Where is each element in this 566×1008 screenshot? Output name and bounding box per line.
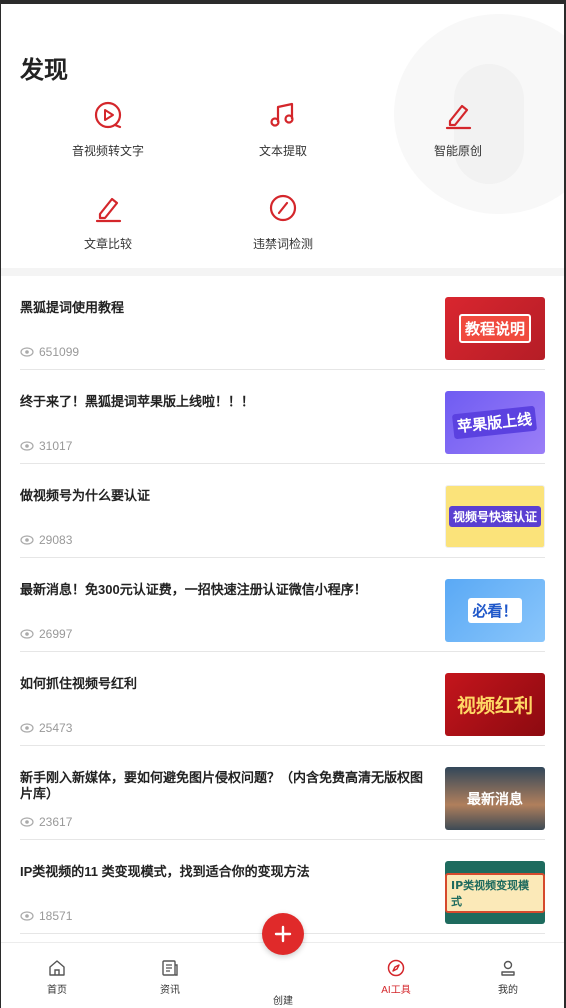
- eye-icon: [20, 535, 34, 545]
- view-count: 23617: [20, 815, 72, 829]
- tool-label: 智能原创: [433, 144, 482, 158]
- article-title: 终于来了！黑狐提词苹果版上线啦！！！: [20, 394, 255, 409]
- tool-article-compare[interactable]: 文章比较: [38, 193, 178, 252]
- tool-label: 文章比较: [83, 237, 132, 251]
- article-title: 黑狐提词使用教程: [20, 300, 125, 315]
- music-note-icon: [270, 102, 294, 127]
- create-button[interactable]: [262, 913, 304, 955]
- article-thumbnail: 最新消息: [445, 767, 545, 830]
- tool-banned-word-check[interactable]: 违禁词检测: [213, 193, 353, 252]
- article-thumbnail: 教程说明: [445, 297, 545, 360]
- pen-icon: [95, 197, 122, 223]
- view-count: 31017: [20, 439, 72, 453]
- article-title: IP类视频的11 类变现模式，找到适合你的变现方法: [20, 864, 310, 879]
- tool-text-extract[interactable]: 文本提取: [213, 100, 353, 159]
- list-item[interactable]: 做视频号为什么要认证 29083 视频号快速认证: [20, 464, 545, 558]
- play-circle-icon: [94, 101, 122, 129]
- article-thumbnail: IP类视频变现模式: [445, 861, 545, 924]
- home-icon: [49, 960, 65, 976]
- thumbnail-text: 必看！: [468, 598, 522, 623]
- thumbnail-text: 视频号快速认证: [448, 506, 541, 527]
- forbidden-icon: [269, 194, 297, 222]
- eye-icon: [20, 441, 34, 451]
- view-count-value: 31017: [39, 439, 73, 453]
- article-thumbnail: 视频号快速认证: [445, 485, 545, 548]
- list-item[interactable]: 终于来了！黑狐提词苹果版上线啦！！！ 31017 苹果版上线: [20, 370, 545, 464]
- view-count-value: 29083: [39, 533, 73, 547]
- page-title: 发现: [20, 57, 68, 84]
- tool-label: 违禁词检测: [252, 237, 313, 251]
- eye-icon: [20, 347, 34, 357]
- discover-header: 发现 音视频转文字 文本提取 智能原创 文章比较 违禁词检测: [1, 4, 564, 268]
- thumbnail-text: 苹果版上线: [452, 405, 538, 440]
- list-item[interactable]: 新手刚入新媒体，要如何避免图片侵权问题？（内含免费高清无版权图片库） 23617…: [20, 746, 545, 840]
- tab-label: 我的: [498, 985, 518, 996]
- tool-smart-original[interactable]: 智能原创: [388, 100, 528, 159]
- compass-icon: [387, 959, 405, 977]
- tool-label: 音视频转文字: [71, 144, 144, 158]
- article-title: 新手刚入新媒体，要如何避免图片侵权问题？（内含免费高清无版权图片库）: [20, 770, 424, 801]
- view-count-value: 23617: [39, 815, 73, 829]
- section-divider: [1, 268, 564, 276]
- list-item[interactable]: 最新消息！免300元认证费，一招快速注册认证微信小程序！ 26997 必看！: [20, 558, 545, 652]
- thumbnail-text: 教程说明: [458, 314, 531, 343]
- article-thumbnail: 苹果版上线: [445, 391, 545, 454]
- user-icon: [501, 960, 515, 976]
- view-count-value: 25473: [39, 721, 73, 735]
- eye-icon: [20, 911, 34, 921]
- view-count-value: 18571: [39, 909, 73, 923]
- eye-icon: [20, 817, 34, 827]
- article-title: 如何抓住视频号红利: [20, 676, 138, 691]
- article-title: 最新消息！免300元认证费，一招快速注册认证微信小程序！: [20, 582, 367, 597]
- bottom-tab-bar: 首页 资讯 创建 AI工具 我的: [1, 913, 564, 1008]
- thumbnail-text: 视频红利: [456, 695, 533, 717]
- app-screen: 发现 音视频转文字 文本提取 智能原创 文章比较 违禁词检测 黑狐提词使用教程 …: [1, 4, 564, 1008]
- tool-audio-video-to-text[interactable]: 音视频转文字: [38, 100, 178, 159]
- plus-icon: [274, 925, 292, 943]
- article-thumbnail: 视频红利: [445, 673, 545, 736]
- view-count: 18571: [20, 909, 72, 923]
- tab-mine[interactable]: 我的: [452, 943, 564, 1008]
- article-title: 做视频号为什么要认证: [20, 488, 151, 503]
- view-count: 29083: [20, 533, 72, 547]
- article-list: 黑狐提词使用教程 651099 教程说明 终于来了！黑狐提词苹果版上线啦！！！ …: [1, 276, 564, 934]
- pen-icon: [445, 104, 472, 130]
- view-count: 25473: [20, 721, 72, 735]
- list-item[interactable]: 如何抓住视频号红利 25473 视频红利: [20, 652, 545, 746]
- article-thumbnail: 必看！: [445, 579, 545, 642]
- tab-ai-tools[interactable]: AI工具: [340, 943, 452, 1008]
- thumbnail-text: 最新消息: [467, 791, 523, 808]
- eye-icon: [20, 723, 34, 733]
- list-item[interactable]: 黑狐提词使用教程 651099 教程说明: [20, 276, 545, 370]
- thumbnail-text: IP类视频变现模式: [445, 872, 545, 913]
- view-count: 651099: [20, 345, 79, 359]
- view-count: 26997: [20, 627, 72, 641]
- view-count-value: 26997: [39, 627, 73, 641]
- eye-icon: [20, 629, 34, 639]
- news-icon: [162, 960, 178, 976]
- tool-label: 文本提取: [258, 144, 307, 158]
- tab-label: AI工具: [381, 985, 411, 996]
- view-count-value: 651099: [39, 345, 80, 359]
